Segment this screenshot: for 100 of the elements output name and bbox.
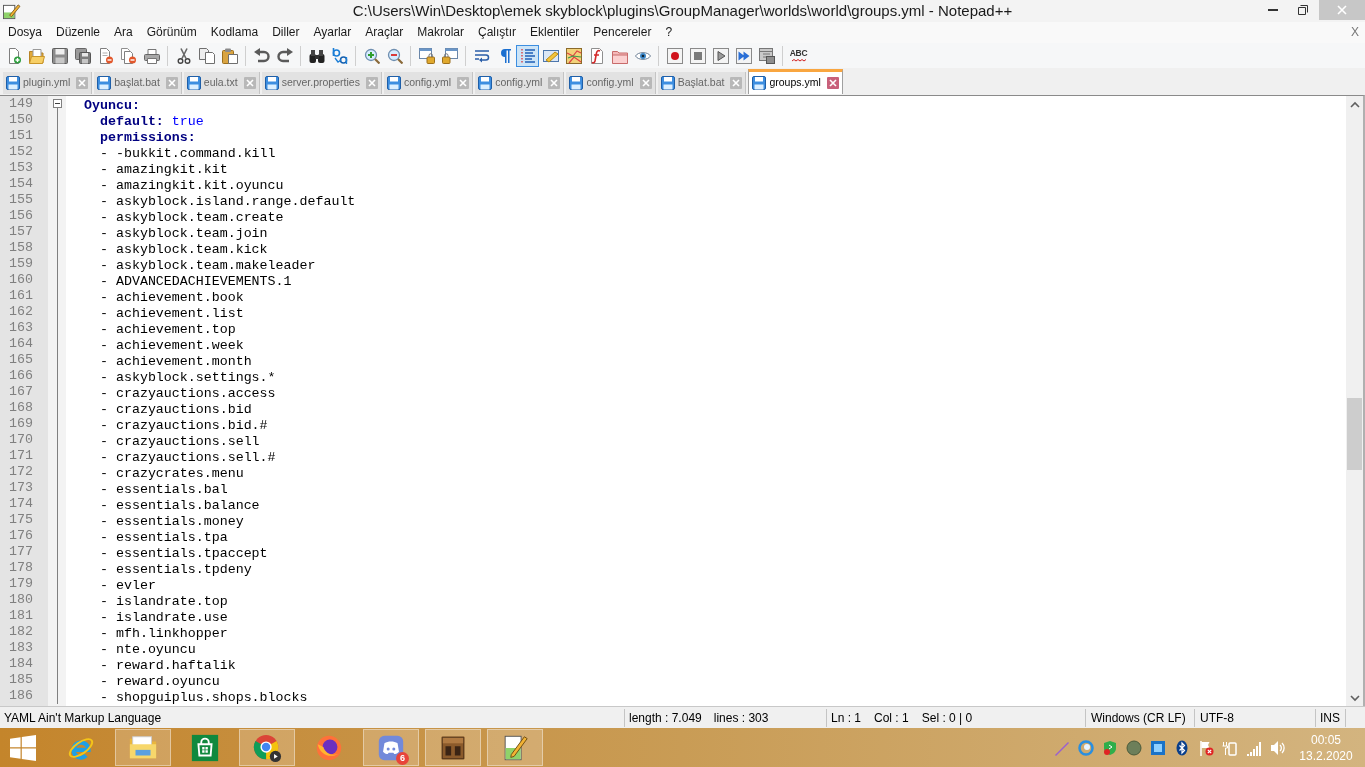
line-number: 173 — [9, 480, 33, 496]
menu-item[interactable]: Eklentiler — [523, 22, 587, 43]
code-line: - ADVANCEDACHIEVEMENTS.1 — [100, 274, 292, 289]
map-icon — [565, 47, 582, 64]
status-text: Col : 1 — [874, 709, 909, 727]
code-line: - crazyauctions.bid.# — [100, 418, 268, 433]
menu-item[interactable]: Ayarlar — [306, 22, 359, 43]
line-number: 175 — [9, 512, 33, 528]
menu-item[interactable]: ? — [658, 22, 680, 43]
code-line: - askyblock.team.kick — [100, 242, 268, 257]
menu-item[interactable]: Görünüm — [139, 22, 204, 43]
scrollbar-thumb[interactable] — [1347, 398, 1362, 470]
close-all-files-icon — [120, 47, 137, 64]
copy-pages-icon — [198, 47, 215, 64]
menu-item[interactable]: Araçlar — [358, 22, 411, 43]
taskbar-button[interactable]: 6 — [363, 729, 419, 766]
menu-item[interactable]: Makrolar — [410, 22, 471, 43]
code-line: - reward.oyuncu — [100, 674, 220, 689]
menu-item[interactable]: Ara — [107, 22, 140, 43]
code-line: - essentials.tpa — [100, 530, 228, 545]
binoculars-icon — [308, 47, 325, 64]
code-line: - achievement.week — [100, 338, 244, 353]
line-number: 156 — [9, 208, 33, 224]
menu-item[interactable]: Düzenle — [49, 22, 108, 43]
code-line: - askyblock.team.join — [100, 226, 268, 241]
tab[interactable]: Başlat.bat — [657, 72, 747, 94]
tab[interactable]: server.properties — [261, 72, 382, 94]
tab[interactable]: eula.txt — [183, 72, 260, 94]
code-line: - askyblock.settings.* — [100, 370, 276, 385]
undo-arrow-icon — [253, 47, 270, 64]
scroll-down-icon[interactable] — [1349, 693, 1360, 702]
open-folder-icon — [28, 47, 45, 64]
line-number: 180 — [9, 592, 33, 608]
menu-item[interactable]: Diller — [265, 22, 307, 43]
disc-icon[interactable] — [1126, 739, 1142, 756]
menu-item[interactable]: Pencereler — [586, 22, 659, 43]
code-line: - crazyauctions.sell — [100, 434, 260, 449]
line-number: 167 — [9, 384, 33, 400]
taskbar-button[interactable] — [425, 729, 481, 766]
line-number: 161 — [9, 288, 33, 304]
line-number: 162 — [9, 304, 33, 320]
code-line: - islandrate.top — [100, 594, 228, 609]
ring-icon[interactable] — [1078, 739, 1094, 756]
status-text: YAML Ain't Markup Language — [4, 709, 162, 727]
taskbar-button[interactable] — [487, 729, 543, 766]
record-icon — [666, 47, 683, 64]
code-line: - crazycrates.menu — [100, 466, 244, 481]
status-text: INS — [1320, 709, 1340, 727]
tab[interactable]: config.yml — [566, 72, 656, 94]
indent-guide-icon — [519, 47, 536, 64]
bluetooth-icon[interactable] — [1174, 739, 1190, 756]
tile-icon[interactable] — [1150, 739, 1166, 756]
tab[interactable]: config.yml — [475, 72, 565, 94]
shield-icon[interactable] — [1102, 739, 1118, 756]
menu-item[interactable]: Dosya — [1, 22, 49, 43]
code-line: - crazyauctions.bid — [100, 402, 252, 417]
close-document-button[interactable]: X — [1351, 22, 1359, 43]
status-text: lines : 303 — [713, 709, 769, 727]
code-line: - nte.oyuncu — [100, 642, 196, 657]
line-number: 163 — [9, 320, 33, 336]
shopping-bag-icon — [190, 732, 220, 763]
code-line: - essentials.money — [100, 514, 244, 529]
spellcheck-button[interactable]: ABC — [787, 44, 810, 67]
line-number: 184 — [9, 656, 33, 672]
tab[interactable]: groups.yml — [748, 69, 843, 94]
line-number: 165 — [9, 352, 33, 368]
line-number: 157 — [9, 224, 33, 240]
line-number: 158 — [9, 240, 33, 256]
tab[interactable]: config.yml — [383, 72, 474, 94]
clipboard-icon — [221, 47, 238, 64]
scroll-up-icon[interactable] — [1349, 100, 1360, 109]
code-line: - -bukkit.command.kill — [100, 146, 276, 161]
menu-item[interactable]: Çalıştır — [471, 22, 523, 43]
locked-window-icon — [418, 47, 435, 64]
line-number: 150 — [9, 112, 33, 128]
code-line: - islandrate.use — [100, 610, 228, 625]
status-text: UTF-8 — [1200, 709, 1234, 727]
tab[interactable]: başlat.bat — [94, 72, 182, 94]
close-tab-icon[interactable] — [826, 77, 839, 89]
letter-swap-icon — [331, 47, 348, 64]
flag-icon[interactable] — [1198, 739, 1214, 756]
printer-icon — [143, 47, 160, 64]
collapse-icon[interactable] — [52, 99, 62, 108]
code-line: - achievement.book — [100, 290, 244, 305]
clock-time: 00:05 — [1311, 731, 1341, 748]
line-number: 176 — [9, 528, 33, 544]
code-line: - essentials.balance — [100, 498, 260, 513]
tab[interactable]: plugin.yml — [3, 72, 93, 94]
word-wrap-icon — [473, 47, 490, 64]
close-icon — [1337, 5, 1347, 15]
line-number: 179 — [9, 576, 33, 592]
line-number: 174 — [9, 496, 33, 512]
clock-date: 13.2.2020 — [1299, 747, 1353, 764]
line-number: 186 — [9, 688, 33, 704]
taskbar-button[interactable] — [239, 729, 295, 766]
code-line: - achievement.top — [100, 322, 236, 337]
menu-item[interactable]: Kodlama — [203, 22, 266, 43]
code-line: - evler — [100, 578, 156, 593]
code-line: - mfh.linkhopper — [100, 626, 228, 641]
code-line: - amazingkit.kit.oyuncu — [100, 178, 284, 193]
